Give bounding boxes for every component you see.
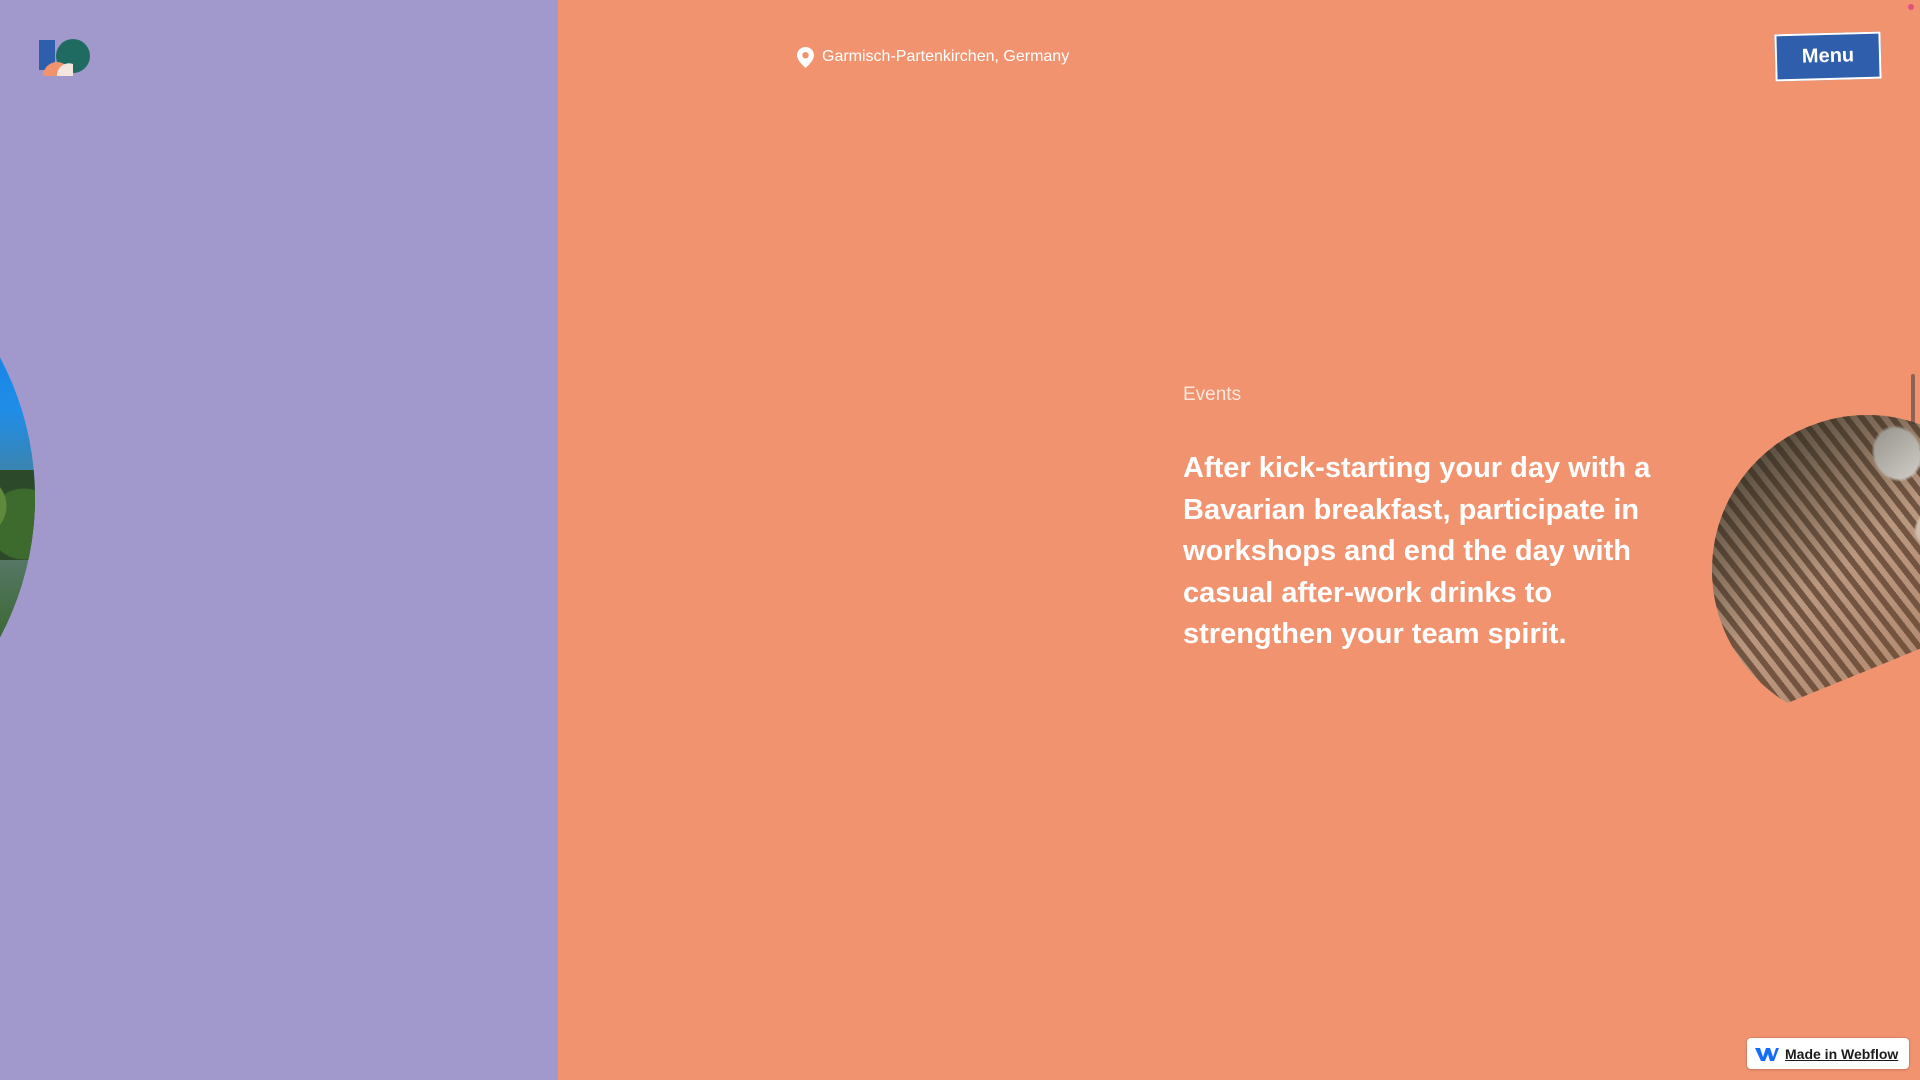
trees-shape (0, 470, 35, 560)
left-panel (0, 0, 558, 1080)
studio-logo-icon[interactable] (39, 38, 93, 76)
badge-label: Made in Webflow (1785, 1045, 1899, 1062)
scrollbar[interactable] (1911, 374, 1915, 424)
made-in-webflow-badge[interactable]: Made in Webflow (1747, 1038, 1909, 1069)
mountain-village-photo (0, 200, 35, 795)
section-label: Events (1183, 384, 1242, 405)
location-text: Garmisch-Partenkirchen, Germany (822, 48, 1070, 65)
webflow-icon (1755, 1046, 1779, 1062)
events-headline: After kick-starting your day with a Bava… (1183, 452, 1651, 650)
map-pin-icon (797, 46, 814, 68)
page: Garmisch-Partenkirchen, Germany Menu Eve… (0, 0, 1920, 1080)
location: Garmisch-Partenkirchen, Germany (797, 46, 1069, 68)
corner-dot (1908, 4, 1914, 10)
menu-button[interactable]: Menu (1774, 31, 1882, 82)
